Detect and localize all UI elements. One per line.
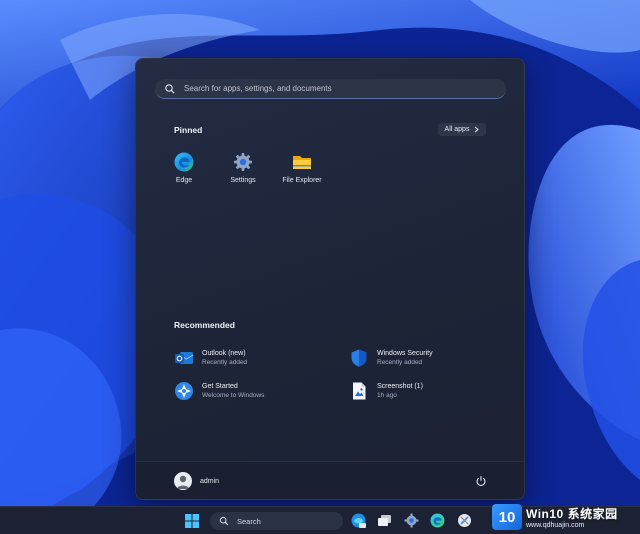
all-apps-button[interactable]: All apps (438, 123, 486, 136)
power-icon[interactable] (475, 475, 487, 487)
avatar (174, 472, 192, 490)
shield-icon (351, 349, 367, 367)
user-icon (177, 475, 189, 489)
recommended-item-subtitle: Recently added (377, 359, 423, 366)
recommended-item-name: Windows Security (377, 350, 433, 357)
search-icon (164, 83, 176, 95)
recommended-item-subtitle: Recently added (202, 359, 248, 366)
windows-start-icon[interactable] (184, 513, 200, 529)
recommended-item-windows-security[interactable]: Windows Security Recently added (349, 348, 499, 368)
start-menu: Pinned All apps Edge Se (135, 58, 525, 500)
recommended-item-subtitle: 1h ago (377, 392, 397, 399)
watermark-url: www.qdhuajin.com (526, 522, 585, 529)
watermark-logo: 10 (492, 504, 522, 530)
gear-icon (234, 153, 252, 171)
pinned-app-settings[interactable]: Settings (218, 151, 268, 184)
edge-icon[interactable] (429, 512, 446, 529)
recommended-item-outlook[interactable]: Outlook (new) Recently added (174, 348, 324, 368)
pinned-app-label: File Explorer (282, 177, 322, 184)
edge-icon (174, 152, 194, 172)
pinned-section-title: Pinned (174, 125, 203, 135)
all-apps-label: All apps (444, 126, 470, 133)
search-icon (219, 516, 229, 526)
recommended-item-screenshot[interactable]: Screenshot (1) 1h ago (349, 381, 499, 401)
recommended-item-get-started[interactable]: Get Started Welcome to Windows (174, 381, 324, 401)
pinned-app-label: Settings (230, 177, 256, 184)
pinned-app-label: Edge (175, 177, 193, 184)
recommended-item-name: Screenshot (1) (377, 383, 423, 390)
outlook-icon (175, 352, 194, 364)
snipping-tool-icon[interactable] (456, 512, 473, 529)
recommended-item-subtitle: Welcome to Windows (202, 392, 265, 399)
recommended-section-title: Recommended (174, 320, 235, 330)
copilot-icon[interactable] (350, 512, 367, 529)
recommended-item-name: Get Started (202, 383, 238, 390)
site-watermark: 10 Win10 系统家园 www.qdhuajin.com (492, 502, 634, 532)
get-started-icon (175, 382, 193, 400)
start-menu-footer: admin (136, 461, 524, 499)
recommended-item-name: Outlook (new) (202, 350, 246, 357)
image-file-icon (353, 382, 366, 400)
chevron-right-icon (475, 126, 480, 133)
start-search-box[interactable] (155, 79, 506, 99)
pinned-app-edge[interactable]: Edge (159, 151, 209, 184)
user-name: admin (200, 477, 220, 485)
gear-icon[interactable] (403, 512, 420, 529)
taskbar-search[interactable]: Search (210, 512, 343, 530)
watermark-title: Win10 系统家园 (526, 507, 618, 521)
start-search-input[interactable] (184, 84, 484, 93)
task-view-icon[interactable] (376, 512, 393, 529)
user-account-button[interactable]: admin (174, 472, 219, 490)
taskbar-search-label: Search (237, 516, 261, 526)
pinned-app-file-explorer[interactable]: File Explorer (277, 151, 327, 184)
folder-icon (293, 156, 311, 169)
